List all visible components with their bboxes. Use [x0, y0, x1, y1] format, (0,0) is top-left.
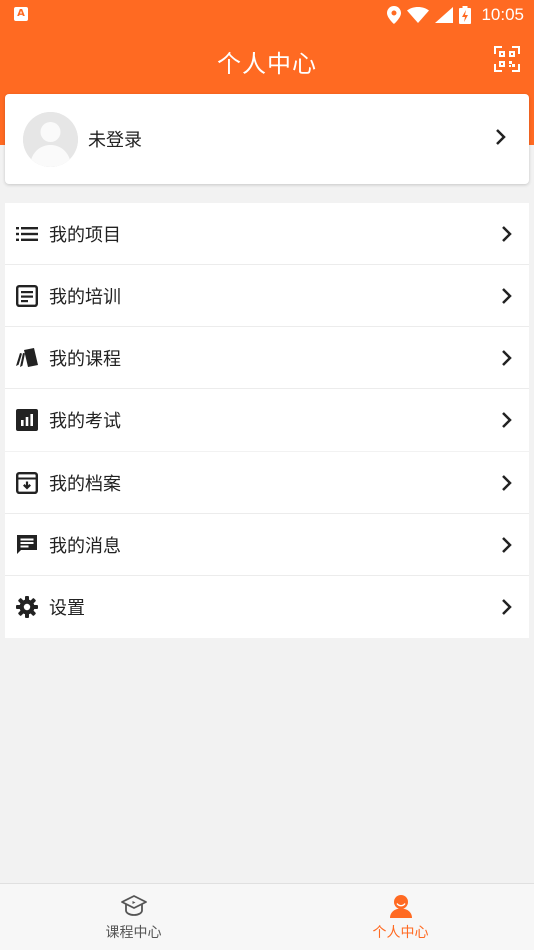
document-icon [15, 284, 39, 308]
menu-item-projects[interactable]: 我的项目 [5, 203, 529, 265]
tab-personal-center[interactable]: 个人中心 [267, 884, 534, 950]
default-avatar-icon [23, 111, 78, 167]
status-right: 10:05 [387, 4, 524, 26]
bottom-nav: 课程中心 个人中心 [0, 883, 534, 950]
battery-icon [459, 6, 472, 24]
signal-icon [435, 7, 454, 23]
bar-chart-icon [15, 408, 39, 432]
page-title: 个人中心 [217, 50, 317, 78]
profile-card[interactable]: 未登录 [5, 94, 529, 184]
menu-label: 我的消息 [49, 535, 121, 557]
menu-label: 设置 [49, 598, 85, 619]
wifi-icon [407, 7, 430, 23]
chevron-right-icon [502, 599, 512, 615]
menu-item-exams[interactable]: 我的考试 [5, 389, 529, 451]
status-bar: A 10:05 [0, 0, 534, 30]
status-time: 10:05 [481, 5, 524, 24]
chevron-right-icon [502, 536, 512, 553]
qr-scan-icon[interactable] [494, 46, 520, 72]
app-notification-icon: A [14, 7, 28, 21]
list-icon [15, 222, 39, 246]
menu-item-archives[interactable]: 我的档案 [5, 452, 529, 514]
archive-icon [15, 471, 39, 495]
menu-group-1: 我的项目 我的培训 我的课程 我的考试 [5, 203, 529, 451]
location-icon [387, 6, 402, 24]
tab-course-center[interactable]: 课程中心 [0, 884, 267, 950]
chevron-right-icon [502, 225, 512, 242]
menu-label: 我的档案 [49, 473, 121, 495]
menu-label: 我的考试 [49, 411, 121, 432]
person-icon [389, 895, 412, 918]
chevron-right-icon [502, 349, 512, 366]
menu-item-settings[interactable]: 设置 [5, 576, 529, 638]
tab-label: 个人中心 [372, 925, 429, 941]
graduation-cap-icon [120, 895, 147, 916]
menu-label: 我的课程 [49, 348, 121, 370]
menu-item-training[interactable]: 我的培训 [5, 265, 529, 327]
chevron-right-icon [502, 474, 512, 491]
menu-label: 我的培训 [49, 286, 121, 308]
tab-label: 课程中心 [105, 925, 162, 941]
chevron-right-icon [502, 412, 512, 428]
chevron-right-icon [496, 129, 506, 145]
cards-icon [15, 346, 39, 370]
profile-name: 未登录 [88, 130, 142, 151]
menu-item-courses[interactable]: 我的课程 [5, 327, 529, 389]
menu-group-2: 我的档案 我的消息 设置 [5, 452, 529, 638]
menu-item-messages[interactable]: 我的消息 [5, 514, 529, 576]
chevron-right-icon [502, 287, 512, 304]
gear-icon [15, 595, 39, 619]
message-icon [15, 533, 39, 557]
menu-label: 我的项目 [49, 224, 121, 246]
